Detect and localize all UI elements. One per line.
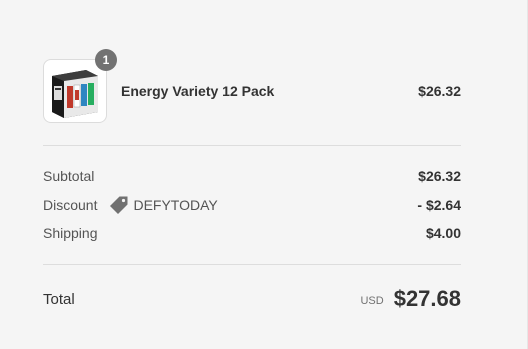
subtotal-value: $26.32: [418, 168, 461, 184]
shipping-line: Shipping $4.00: [43, 223, 461, 243]
product-line-item: 1 Energy Variety 12 Pack $26.32: [43, 49, 461, 123]
total-value: $27.68: [393, 286, 461, 311]
discount-code: DEFYTODAY: [133, 197, 218, 213]
tag-icon: [109, 195, 129, 215]
total-line: Total USD $27.68: [43, 284, 461, 314]
subtotal-label: Subtotal: [43, 168, 95, 184]
shipping-value: $4.00: [425, 225, 461, 241]
discount-code-tag: DEFYTODAY: [109, 195, 218, 215]
quantity-badge: 1: [95, 49, 117, 71]
product-box-icon: [52, 70, 98, 118]
product-name: Energy Variety 12 Pack: [121, 83, 275, 99]
discount-line: Discount DEFYTODAY - $2.64: [43, 195, 461, 215]
total-label: Total: [43, 290, 75, 308]
product-price: $26.32: [418, 83, 461, 99]
divider: [43, 264, 461, 265]
subtotal-line: Subtotal $26.32: [43, 166, 461, 186]
divider: [43, 145, 461, 146]
product-thumbnail: 1: [43, 49, 117, 123]
currency-code: USD: [360, 295, 384, 307]
discount-label: Discount: [43, 197, 98, 213]
discount-value: - $2.64: [417, 197, 461, 213]
shipping-label: Shipping: [43, 225, 98, 241]
order-summary: 1 Energy Variety 12 Pack $26.32 Subtotal…: [0, 0, 528, 349]
